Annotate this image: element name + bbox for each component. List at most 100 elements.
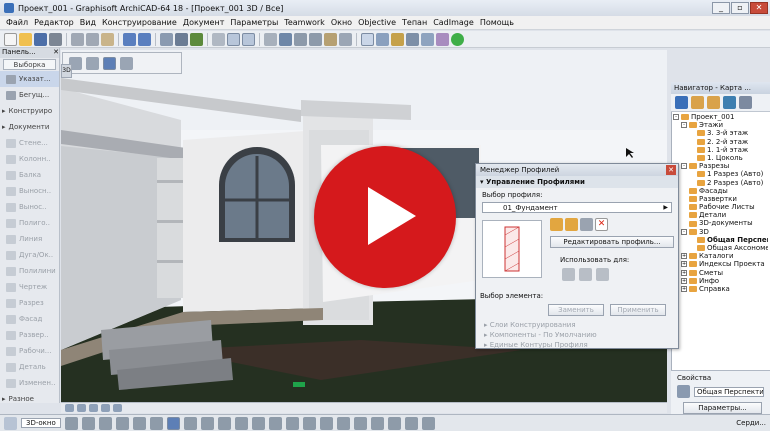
tree-item[interactable]: Общая Перспектива bbox=[673, 236, 768, 244]
menu-cadimage[interactable]: CadImage bbox=[433, 18, 474, 27]
menu-options[interactable]: Параметры bbox=[230, 18, 278, 27]
layout-book-icon[interactable] bbox=[707, 96, 720, 109]
toolbox-item[interactable]: Разрез bbox=[0, 295, 59, 311]
view-map-icon[interactable] bbox=[691, 96, 704, 109]
tree-item[interactable]: - Проект_001 bbox=[673, 113, 768, 121]
tree-item[interactable]: - Разрезы bbox=[673, 162, 768, 170]
viewport-3d-tab[interactable]: 3D bbox=[61, 64, 72, 78]
menu-design[interactable]: Конструирование bbox=[102, 18, 177, 27]
tree-item[interactable]: Рабочие Листы bbox=[673, 203, 768, 211]
menu-objective[interactable]: Objective bbox=[358, 18, 396, 27]
maximize-button[interactable]: ▫ bbox=[731, 2, 749, 14]
grid-snap-icon[interactable] bbox=[242, 32, 255, 46]
snap-icon[interactable] bbox=[227, 32, 240, 46]
view-selector[interactable]: 3D-окно bbox=[21, 418, 61, 428]
toolbox-item[interactable]: Дуга/Ок.. bbox=[0, 247, 59, 263]
status-tool-19-icon[interactable] bbox=[371, 416, 384, 430]
close-button[interactable]: ✕ bbox=[750, 2, 768, 14]
tree-item[interactable]: Фасады bbox=[673, 187, 768, 195]
tree-expander-icon[interactable]: - bbox=[673, 114, 679, 121]
status-tool-13-icon[interactable] bbox=[269, 416, 282, 430]
eyedropper-icon[interactable] bbox=[175, 32, 188, 46]
duplicate-profile-icon[interactable] bbox=[565, 218, 578, 231]
use-beam-icon[interactable] bbox=[579, 268, 592, 281]
layers-icon[interactable] bbox=[406, 32, 419, 46]
tree-item[interactable]: 2 Разрез (Авто) bbox=[673, 179, 768, 187]
tree-item[interactable]: Общая Аксонометрия bbox=[673, 244, 768, 252]
new-profile-icon[interactable] bbox=[550, 218, 563, 231]
fit-window-icon[interactable] bbox=[89, 404, 98, 412]
toolbox-item[interactable]: Указат... bbox=[0, 71, 59, 87]
tree-item[interactable]: + Индексы Проекта bbox=[673, 260, 768, 268]
light-icon[interactable] bbox=[391, 32, 404, 46]
tree-expander-icon[interactable]: - bbox=[681, 122, 687, 129]
project-map-icon[interactable] bbox=[675, 96, 688, 109]
tree-item[interactable]: 2. 2-й этаж bbox=[673, 138, 768, 146]
toolbox-item[interactable]: Полиго.. bbox=[0, 215, 59, 231]
tree-expander-icon[interactable]: + bbox=[681, 286, 687, 293]
status-tool-22-icon[interactable] bbox=[422, 416, 435, 430]
tree-item[interactable]: 3D-документы bbox=[673, 219, 768, 227]
tree-expander-icon[interactable]: + bbox=[681, 277, 687, 284]
print-icon[interactable] bbox=[49, 32, 62, 46]
status-tool-17-icon[interactable] bbox=[337, 416, 350, 430]
toolbox-select-tab[interactable]: Выборка bbox=[3, 59, 56, 70]
publisher-icon[interactable] bbox=[723, 96, 736, 109]
new-file-icon[interactable] bbox=[4, 32, 17, 46]
cut-icon[interactable] bbox=[71, 32, 84, 46]
toolbox-item[interactable]: Вынос.. bbox=[0, 199, 59, 215]
menu-tepan[interactable]: Тепан bbox=[402, 18, 427, 27]
status-tool-21-icon[interactable] bbox=[405, 416, 418, 430]
move-icon[interactable] bbox=[264, 32, 277, 46]
collapsed-section[interactable]: ▸ Единые Контуры Профиля bbox=[476, 340, 678, 350]
arrow-icon[interactable] bbox=[120, 56, 133, 70]
select-icon[interactable] bbox=[160, 32, 173, 46]
dialog-section-header[interactable]: ▾ Управление Профилями bbox=[476, 176, 678, 188]
toolbox-item[interactable]: ▸ Документи bbox=[0, 119, 59, 135]
toolbox-item[interactable]: Чертеж bbox=[0, 279, 59, 295]
status-tool-12-icon[interactable] bbox=[252, 416, 265, 430]
copy-icon[interactable] bbox=[86, 32, 99, 46]
status-tool-10-icon[interactable] bbox=[218, 416, 231, 430]
status-tool-4-icon[interactable] bbox=[116, 416, 129, 430]
toolbox-item[interactable]: Полилини bbox=[0, 263, 59, 279]
tree-item[interactable]: + Справка bbox=[673, 285, 768, 293]
toolbox-item[interactable]: Рабочи... bbox=[0, 343, 59, 359]
delete-profile-icon[interactable]: ✕ bbox=[595, 218, 608, 231]
zoom-out-icon[interactable] bbox=[77, 404, 86, 412]
status-tool-2-icon[interactable] bbox=[82, 416, 95, 430]
column-icon[interactable] bbox=[294, 32, 307, 46]
menu-file[interactable]: Файл bbox=[6, 18, 28, 27]
status-tool-3-icon[interactable] bbox=[99, 416, 112, 430]
use-wall-icon[interactable] bbox=[562, 268, 575, 281]
roof-icon[interactable] bbox=[339, 32, 352, 46]
status-tool-5-icon[interactable] bbox=[133, 416, 146, 430]
status-tool-18-icon[interactable] bbox=[354, 416, 367, 430]
tree-item[interactable]: Детали bbox=[673, 211, 768, 219]
collapsed-section[interactable]: ▸ Компоненты - По Умолчанию bbox=[476, 330, 678, 340]
status-tool-16-icon[interactable] bbox=[320, 416, 333, 430]
status-tool-11-icon[interactable] bbox=[235, 416, 248, 430]
status-tool-20-icon[interactable] bbox=[388, 416, 401, 430]
toolbox-item[interactable]: Деталь bbox=[0, 359, 59, 375]
use-column-icon[interactable] bbox=[596, 268, 609, 281]
menu-teamwork[interactable]: Teamwork bbox=[284, 18, 325, 27]
toolbox-item[interactable]: Колонн.. bbox=[0, 151, 59, 167]
undo-icon[interactable] bbox=[123, 32, 136, 46]
minimize-button[interactable]: _ bbox=[712, 2, 730, 14]
menu-edit[interactable]: Редактор bbox=[34, 18, 74, 27]
3d-view-icon[interactable] bbox=[361, 32, 374, 46]
3d-selection-icon[interactable] bbox=[103, 56, 116, 70]
tree-item[interactable]: 1. Цоколь bbox=[673, 154, 768, 162]
tree-item[interactable]: + Каталоги bbox=[673, 252, 768, 260]
rename-profile-icon[interactable] bbox=[580, 218, 593, 231]
toolbox-item[interactable]: Выносн.. bbox=[0, 183, 59, 199]
tree-item[interactable]: + Инфо bbox=[673, 277, 768, 285]
rotated-marquee-icon[interactable] bbox=[86, 56, 99, 70]
menu-window[interactable]: Окно bbox=[331, 18, 352, 27]
toolbox-item[interactable]: Фасад bbox=[0, 311, 59, 327]
teamwork-icon[interactable] bbox=[451, 32, 464, 46]
render-icon[interactable] bbox=[436, 32, 449, 46]
wall-icon[interactable] bbox=[279, 32, 292, 46]
toolbox-item[interactable]: Развер.. bbox=[0, 327, 59, 343]
